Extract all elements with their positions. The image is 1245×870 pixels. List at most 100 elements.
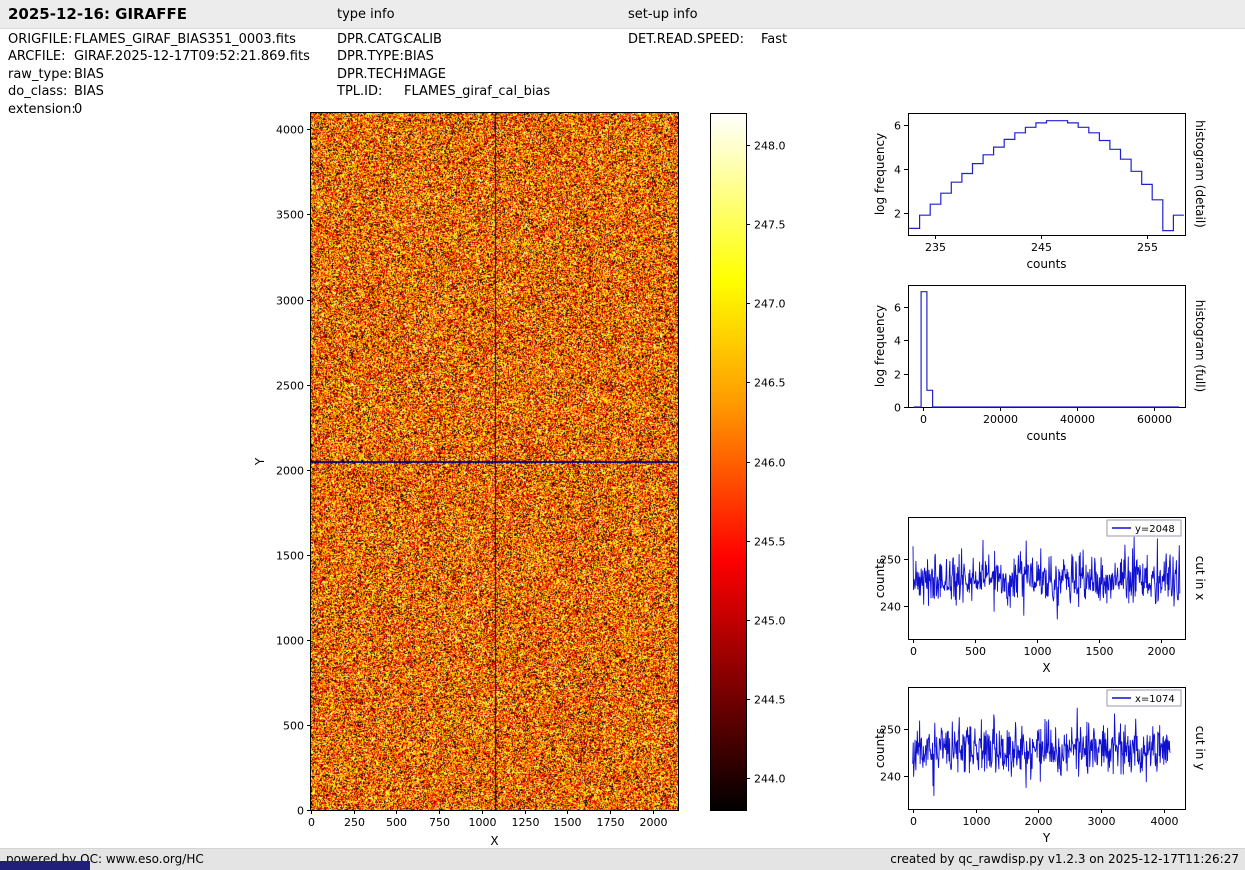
meta-value: GIRAF.2025-12-17T09:52:21.869.fits [74,49,310,64]
meta-row: do_class:BIAS [8,83,310,100]
cut_in_y-legend: x=1074 [1107,690,1181,706]
tick-label: 6 [894,120,901,133]
meta-row: raw_type:BIAS [8,66,310,83]
tick-label: 1250 [512,816,540,829]
tick-label: 2000 [1148,645,1176,658]
histogram_detail-axes: 235245255246countslog frequencyhistogram… [873,114,1207,272]
tick-label: 3000 [276,295,304,308]
colorbar-tick-label: 247.5 [754,219,786,232]
tick-label: 40000 [1060,413,1095,426]
tick-label: 20000 [983,413,1018,426]
tick-label: 6 [894,302,901,315]
type-info-heading: type info [337,7,395,22]
meta-row: DPR.TYPE:BIAS [337,48,550,65]
colorbar-tick-label: 246.5 [754,377,786,390]
meta-row: DPR.TECH:IMAGE [337,66,550,83]
meta-label: ORIGFILE: [8,31,74,48]
cut_in_y-xlabel: Y [1042,831,1051,845]
meta-label: DET.READ.SPEED: [628,31,761,48]
tick-label: 235 [925,241,946,254]
page-title: 2025-12-16: GIRAFFE [8,5,187,23]
cut_in_x-axes: 0500100015002000240250Xcountscut in x [873,518,1207,676]
type-info-block: DPR.CATG:CALIB DPR.TYPE:BIAS DPR.TECH:IM… [337,31,550,101]
tick-label: 4000 [276,124,304,137]
meta-label: DPR.TECH: [337,66,404,83]
tick-label: 1500 [554,816,582,829]
meta-value: BIAS [74,84,104,99]
meta-value: FLAMES_GIRAF_BIAS351_0003.fits [74,32,296,47]
histogram_full-xlabel: counts [1026,429,1066,443]
meta-row: DPR.CATG:CALIB [337,31,550,48]
histogram_detail-xlabel: counts [1026,257,1066,271]
tick-label: 0 [297,805,304,818]
meta-value: BIAS [74,67,104,82]
meta-label: TPL.ID: [337,83,404,100]
meta-row: DET.READ.SPEED:Fast [628,31,787,48]
raw-image-ylabel: Y [253,457,267,466]
meta-row: TPL.ID:FLAMES_giraf_cal_bias [337,83,550,100]
cut_in_y-legend-label: x=1074 [1135,694,1175,705]
tick-label: 0 [920,413,927,426]
data-line [914,292,1179,407]
meta-value: BIAS [404,49,434,64]
tick-label: 2000 [1025,815,1053,828]
meta-value: Fast [761,32,787,47]
histogram_detail-right-label: histogram (detail) [1193,120,1207,228]
colorbar-tick-label: 246.0 [754,457,786,470]
bottom-navy-strip [0,861,90,870]
tick-label: 2000 [276,465,304,478]
meta-value: CALIB [404,32,442,47]
tick-label: 4 [894,164,901,177]
tick-label: 750 [429,816,450,829]
data-line [913,537,1180,620]
cut_in_x-ylabel: counts [873,558,887,598]
tick-label: 240 [880,771,901,784]
tick-label: 0 [910,645,917,658]
cut_in_x-right-label: cut in x [1193,556,1207,601]
tick-label: 245 [1031,241,1052,254]
cut_in_x-legend: y=2048 [1107,520,1181,536]
tick-label: 1000 [276,635,304,648]
qc-report-page: 2025-12-16: GIRAFFE type info set-up inf… [0,0,1245,870]
meta-label: DPR.CATG: [337,31,404,48]
meta-label: DPR.TYPE: [337,48,404,65]
setup-info-block: DET.READ.SPEED:Fast [628,31,787,48]
tick-label: 255 [1137,241,1158,254]
meta-label: raw_type: [8,66,74,83]
meta-value: IMAGE [404,67,446,82]
tick-label: 3000 [1088,815,1116,828]
tick-label: 0 [910,815,917,828]
tick-label: 500 [386,816,407,829]
meta-label: extension: [8,101,74,118]
colorbar-tick-label: 244.0 [754,773,786,786]
colorbar-tick-label: 245.5 [754,536,786,549]
tick-label: 500 [283,720,304,733]
colorbar [710,113,746,810]
meta-row: extension:0 [8,101,310,118]
histogram_full-ylabel: log frequency [873,305,887,387]
cut_in_x-legend-label: y=2048 [1135,524,1175,535]
cut_in_y-axes: 01000200030004000240250Ycountscut in y [873,688,1207,846]
footer-created-by: created by qc_rawdisp.py v1.2.3 on 2025-… [890,852,1239,866]
colorbar-tick-label: 248.0 [754,140,786,153]
raw-image-xlabel: X [490,834,498,848]
tick-label: 500 [965,645,986,658]
tick-label: 3500 [276,209,304,222]
tick-label: 250 [880,724,901,737]
data-line [913,708,1171,796]
tick-label: 2500 [276,380,304,393]
setup-info-heading: set-up info [628,7,698,22]
tick-label: 4 [894,335,901,348]
tick-label: 2000 [640,816,668,829]
tick-label: 1000 [1024,645,1052,658]
colorbar-tick-label: 245.0 [754,615,786,628]
tick-label: 1500 [276,550,304,563]
meta-label: do_class: [8,83,74,100]
tick-label: 0 [308,816,315,829]
tick-label: 2 [894,208,901,221]
tick-label: 250 [880,554,901,567]
tick-label: 60000 [1137,413,1172,426]
colorbar-tick-label: 244.5 [754,694,786,707]
raw-image-canvas [311,113,678,810]
tick-label: 250 [344,816,365,829]
